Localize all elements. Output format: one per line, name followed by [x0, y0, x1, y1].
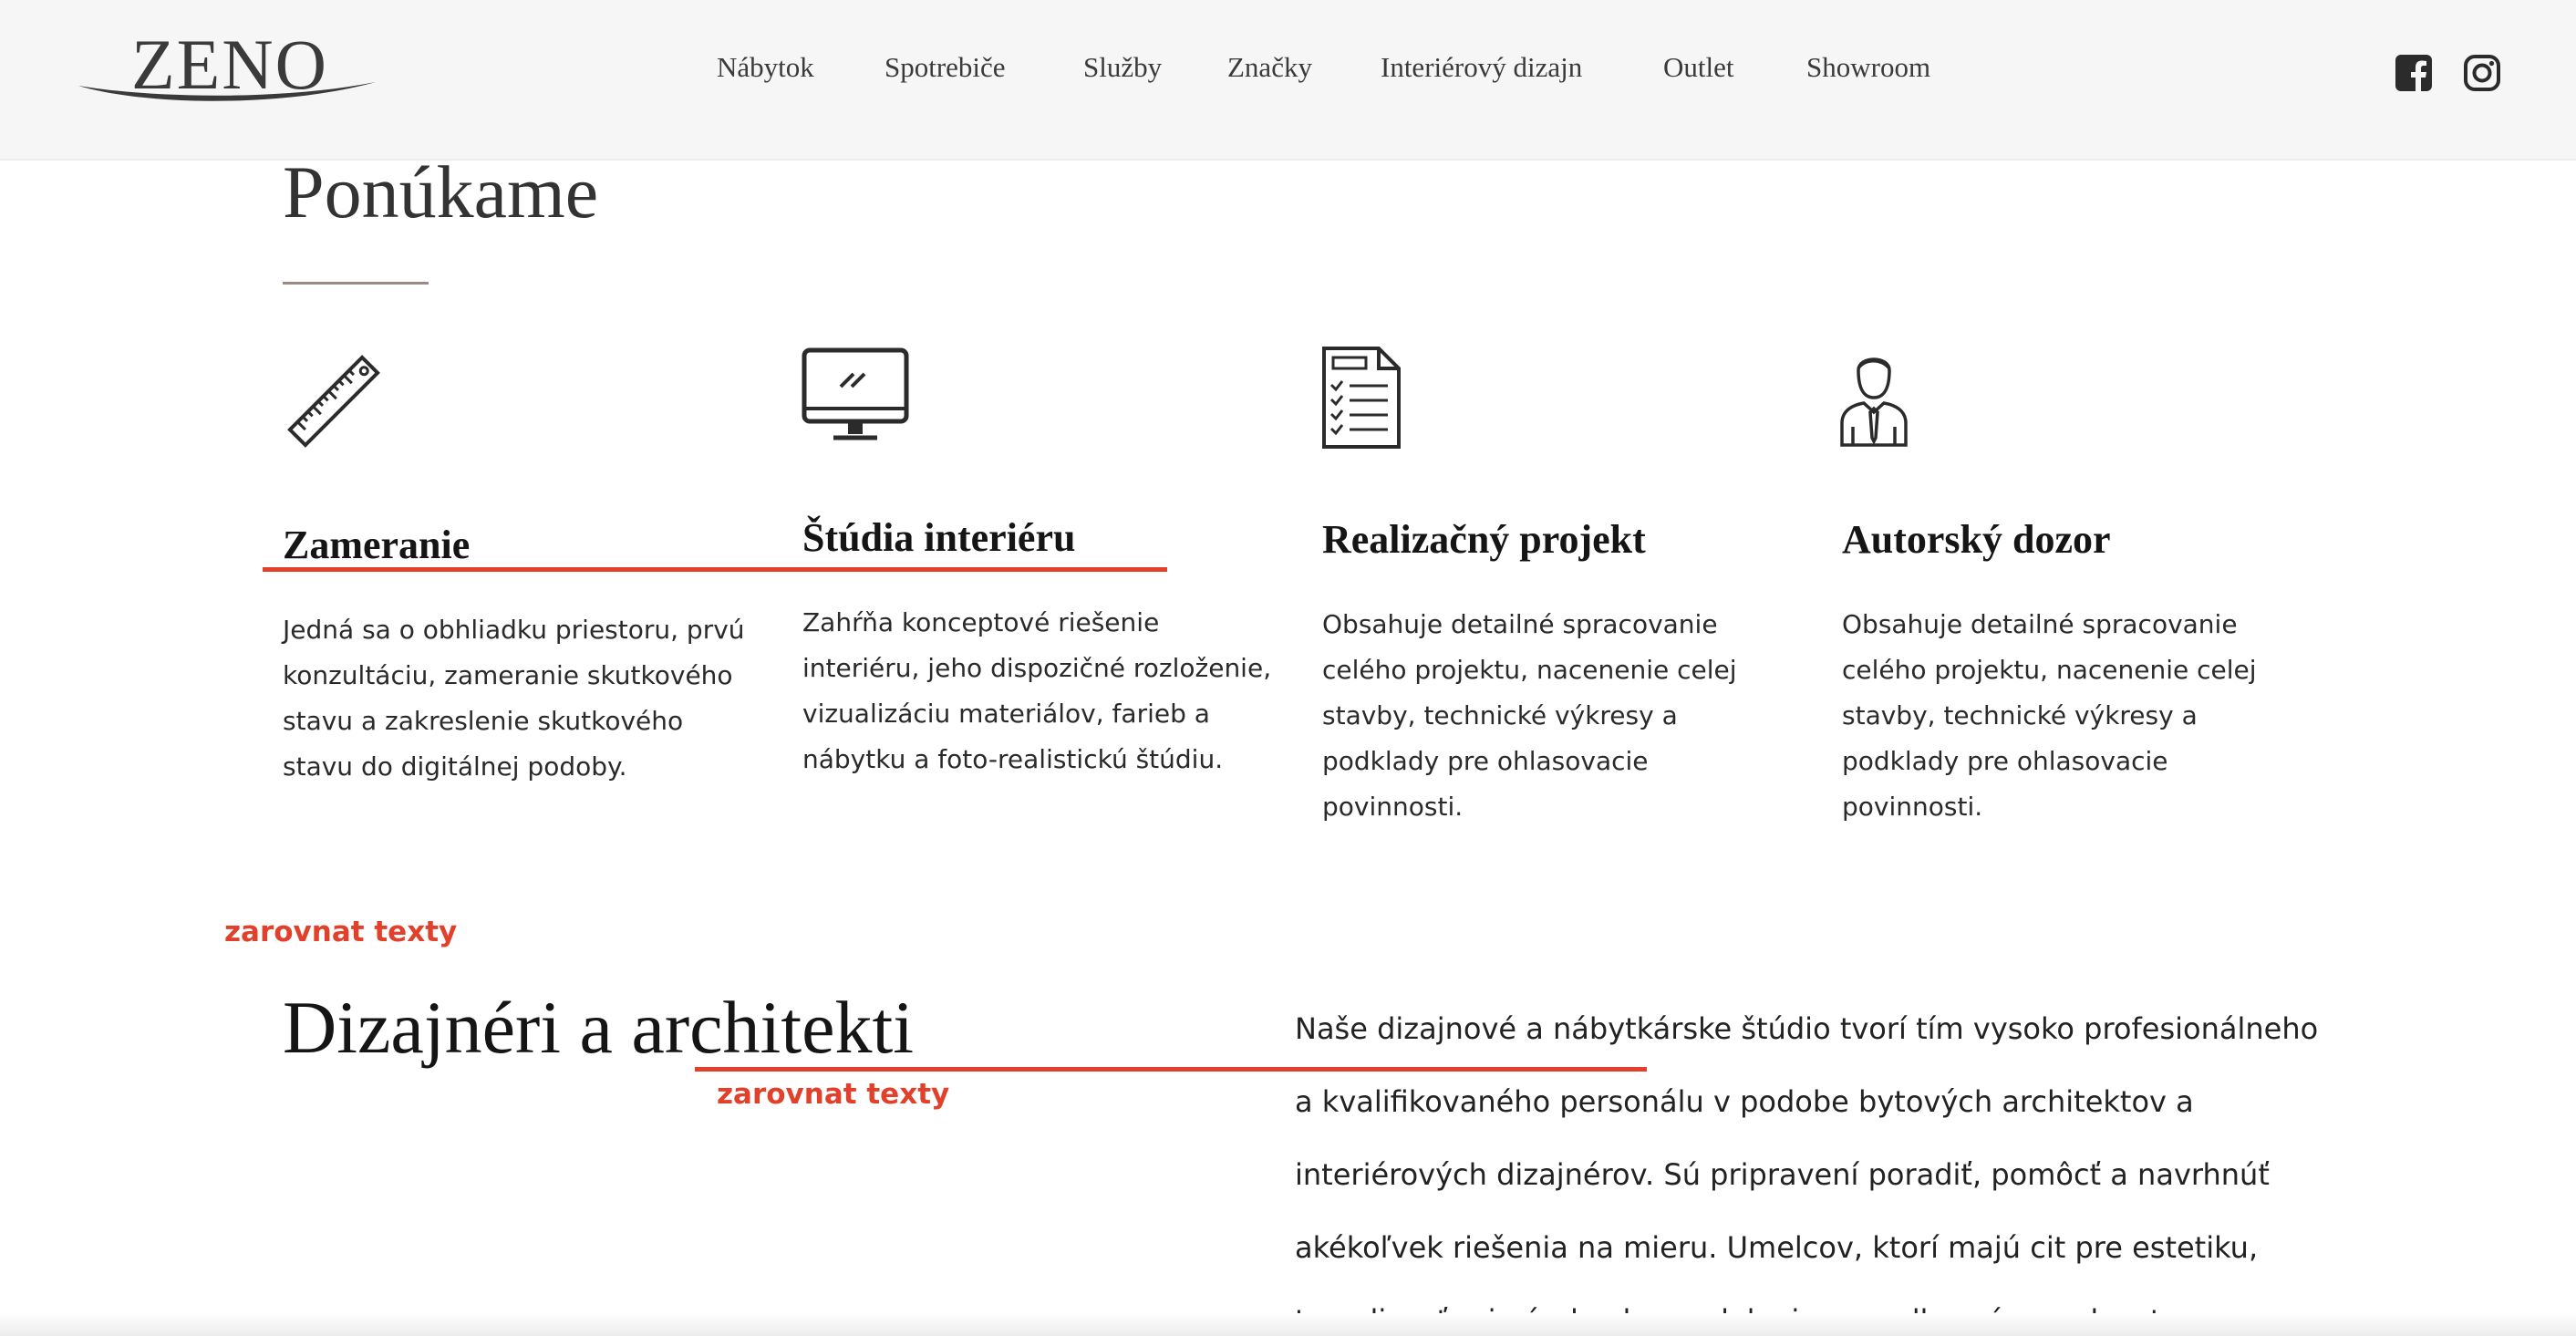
service-line: interiéru, jeho dispozičné rozloženie, — [802, 653, 1272, 683]
site-header: ZENO Nábytok Spotrebiče Služby Značky In… — [0, 0, 2576, 161]
person-tie-icon — [1840, 357, 1908, 447]
nav-item-showroom[interactable]: Showroom — [1806, 51, 1930, 84]
facebook-icon[interactable] — [2394, 53, 2434, 93]
service-line: Obsahuje detailné spracovanie — [1322, 609, 1718, 639]
title-divider — [283, 282, 429, 285]
service-line: konzultáciu, zameranie skutkového — [283, 660, 733, 690]
main-nav: Nábytok Spotrebiče Služby Značky Interié… — [0, 51, 2576, 97]
annotation-note: zarovnat texty — [224, 916, 458, 948]
service-line: celého projektu, nacenenie celej — [1322, 655, 1737, 685]
instagram-icon[interactable] — [2462, 53, 2502, 93]
service-title-studia-interieru: Štúdia interiéru — [802, 515, 1076, 560]
team-description: Naše dizajnové a nábytkárske štúdio tvor… — [1295, 992, 2334, 1336]
paragraph-line: akékoľvek riešenia na mieru. Umelcov, kt… — [1295, 1230, 2259, 1265]
checklist-document-icon — [1322, 347, 1401, 449]
service-title-autorsky-dozor: Autorský dozor — [1842, 517, 2111, 562]
monitor-icon — [802, 347, 909, 440]
nav-item-outlet[interactable]: Outlet — [1663, 51, 1734, 84]
service-line: nábytku a foto-realistickú štúdiu. — [802, 744, 1224, 774]
nav-item-interierovy-dizajn[interactable]: Interiérový dizajn — [1381, 51, 1582, 84]
nav-item-sluzby[interactable]: Služby — [1083, 51, 1162, 84]
service-line: Jedná sa o obhliadku priestoru, prvú — [283, 615, 745, 645]
service-line: vizualizáciu materiálov, farieb a — [802, 699, 1210, 729]
service-text-realizacny-projekt: Obsahuje detailné spracovanie celého pro… — [1322, 602, 1796, 830]
paragraph-line: Naše dizajnové a nábytkárske štúdio tvor… — [1295, 1011, 2319, 1046]
annotation-underline — [263, 567, 1167, 572]
service-line: povinnosti. — [1322, 792, 1464, 822]
service-line: Obsahuje detailné spracovanie — [1842, 609, 2238, 639]
service-text-zameranie: Jedná sa o obhliadku priestoru, prvú kon… — [283, 607, 757, 790]
service-line: Zahŕňa konceptové riešenie — [802, 607, 1160, 637]
paragraph-line: a kvalifikovaného personálu v podobe byt… — [1295, 1084, 2194, 1119]
service-line: celého projektu, nacenenie celej — [1842, 655, 2257, 685]
service-title-zameranie: Zameranie — [283, 523, 471, 567]
nav-item-nabytok[interactable]: Nábytok — [717, 51, 814, 84]
service-text-autorsky-dozor: Obsahuje detailné spracovanie celého pro… — [1842, 602, 2316, 830]
service-line: stavu a zakreslenie skutkového — [283, 706, 684, 736]
paragraph-line: interiérových dizajnérov. Sú pripravení … — [1295, 1157, 2270, 1192]
service-line: stavu do digitálnej podoby. — [283, 751, 627, 782]
section-title-team: Dizajnéri a architekti — [283, 986, 915, 1069]
service-line: stavby, technické výkresy a — [1842, 700, 2198, 730]
service-line: podklady pre ohlasovacie — [1842, 746, 2168, 776]
annotation-note: zarovnat texty — [717, 1078, 950, 1111]
bottom-fade — [0, 1313, 2576, 1336]
service-line: povinnosti. — [1842, 792, 1983, 822]
service-line: podklady pre ohlasovacie — [1322, 746, 1649, 776]
service-title-realizacny-projekt: Realizačný projekt — [1322, 517, 1646, 562]
nav-item-spotrebice[interactable]: Spotrebiče — [885, 51, 1006, 84]
section-title-offer: Ponúkame — [283, 150, 599, 233]
service-text-studia-interieru: Zahŕňa konceptové riešenie interiéru, je… — [802, 600, 1313, 782]
service-line: stavby, technické výkresy a — [1322, 700, 1678, 730]
nav-item-znacky[interactable]: Značky — [1227, 51, 1312, 84]
ruler-icon — [287, 355, 380, 448]
